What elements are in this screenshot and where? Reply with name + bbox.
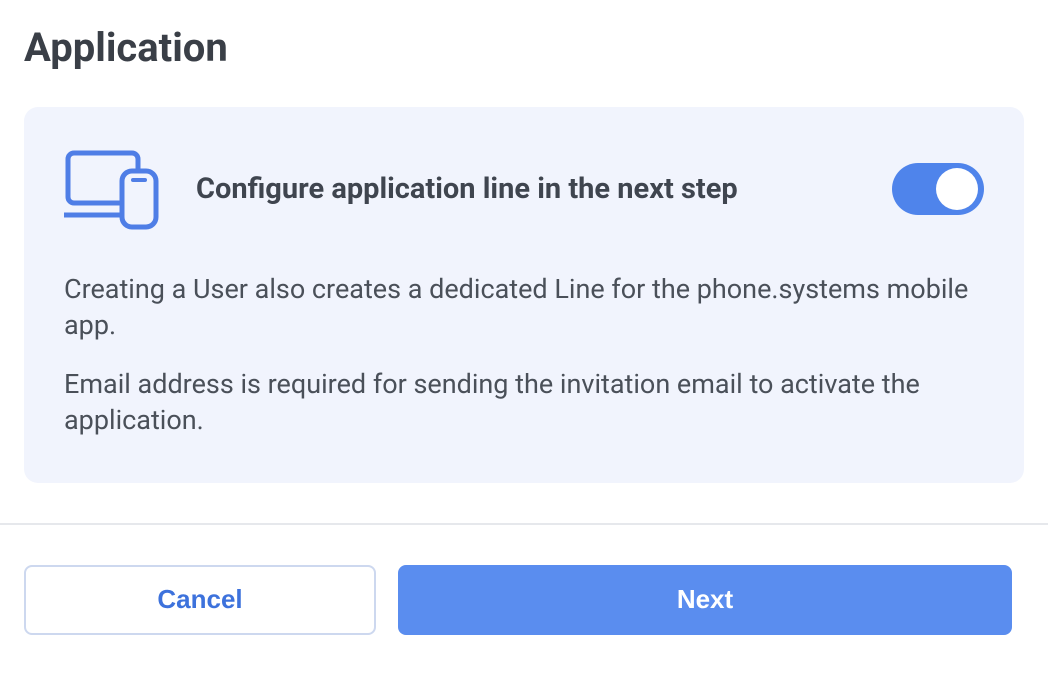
action-buttons: Cancel Next xyxy=(24,565,1024,635)
divider xyxy=(0,523,1048,525)
card-description-2: Email address is required for sending th… xyxy=(64,366,984,439)
card-description-1: Creating a User also creates a dedicated… xyxy=(64,271,984,344)
application-info-card: Configure application line in the next s… xyxy=(24,107,1024,483)
card-header: Configure application line in the next s… xyxy=(64,147,984,231)
configure-line-toggle[interactable] xyxy=(892,163,984,215)
cancel-button[interactable]: Cancel xyxy=(24,565,376,635)
devices-icon xyxy=(64,147,160,231)
card-body: Creating a User also creates a dedicated… xyxy=(64,271,984,439)
next-button[interactable]: Next xyxy=(398,565,1012,635)
card-title: Configure application line in the next s… xyxy=(196,172,856,206)
page-title: Application xyxy=(24,24,1024,71)
toggle-knob xyxy=(936,168,978,210)
